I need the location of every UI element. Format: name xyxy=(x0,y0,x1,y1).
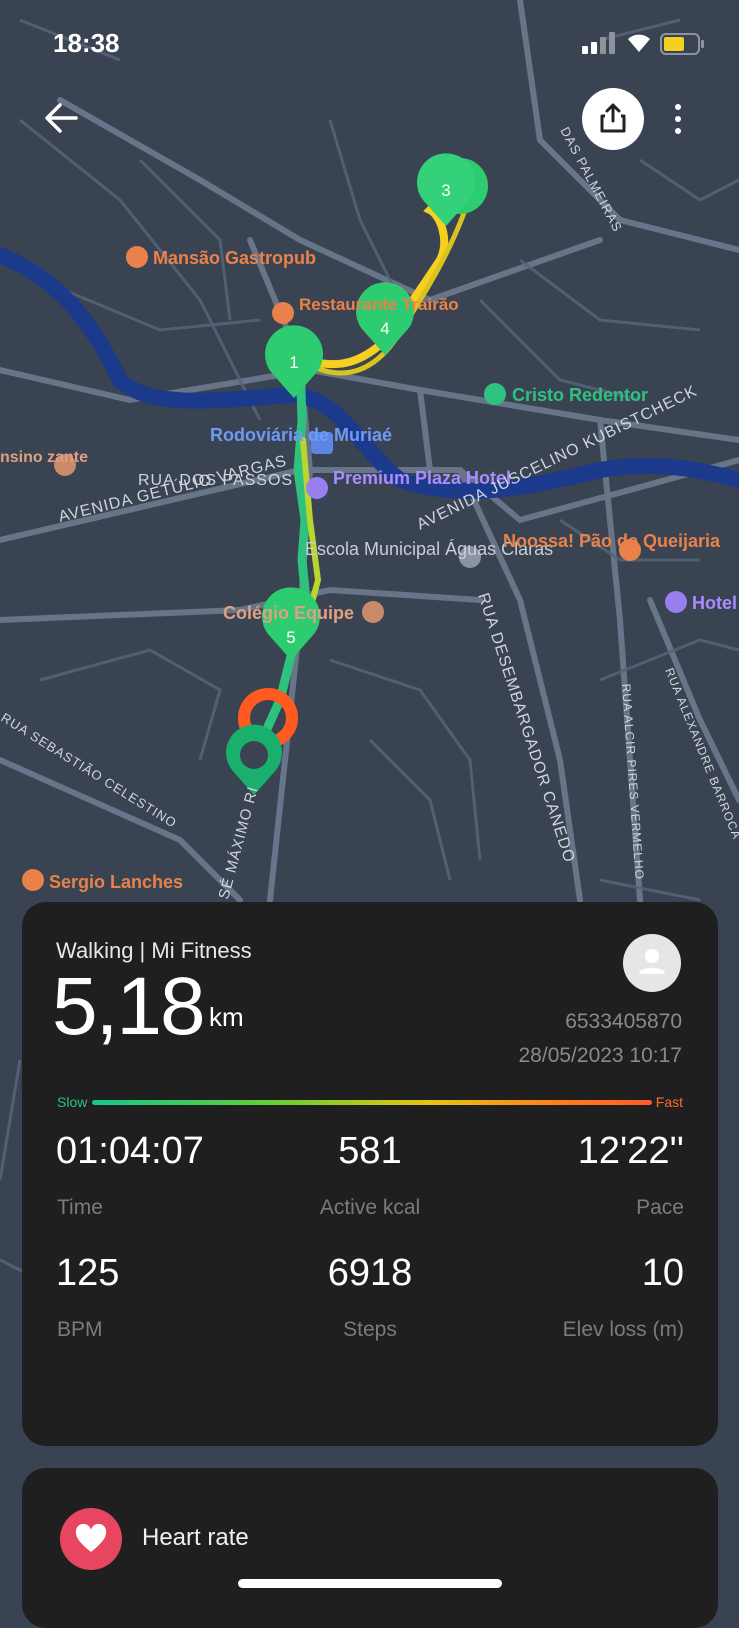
kcal-value: 581 xyxy=(338,1130,402,1172)
steps-value: 6918 xyxy=(327,1252,413,1294)
steps-label: Steps xyxy=(343,1318,397,1341)
more-options-button[interactable] xyxy=(664,100,692,140)
poi-noossa-pao-de-queijaria: Noossa! Pão de Queijaria xyxy=(503,531,721,551)
poi-hotel: Hotel xyxy=(692,593,737,613)
battery-icon xyxy=(660,33,704,55)
poi-mansao-gastropub: Mansão Gastropub xyxy=(153,248,316,268)
poi-cristo-redentor: Cristo Redentor xyxy=(512,385,648,405)
kcal-label: Active kcal xyxy=(319,1196,421,1219)
svg-text:4: 4 xyxy=(380,319,389,338)
time-label: Time xyxy=(57,1196,103,1219)
svg-text:1: 1 xyxy=(289,353,298,372)
speed-legend-slow: Slow xyxy=(57,1094,88,1110)
distance-unit: km xyxy=(209,1002,244,1032)
share-icon xyxy=(600,103,626,133)
home-indicator[interactable] xyxy=(238,1579,502,1588)
time-value: 01:04:07 xyxy=(56,1130,204,1172)
more-dot-icon xyxy=(675,116,681,122)
poi-colegio-equipe: Colégio Equipe xyxy=(223,603,354,623)
poi-sergio-lanches: Sergio Lanches xyxy=(49,872,183,892)
workout-summary-card: Walking | Mi Fitness 5,18 km 6533405870 … xyxy=(22,902,718,1446)
heart-icon xyxy=(60,1508,122,1570)
svg-text:5: 5 xyxy=(286,628,295,647)
poi-ensino: nsino zante xyxy=(0,449,88,466)
more-dot-icon xyxy=(675,104,681,110)
workout-datetime: 28/05/2023 10:17 xyxy=(518,1044,683,1067)
pace-value: 12'22'' xyxy=(577,1130,684,1172)
pace-label: Pace xyxy=(636,1196,684,1219)
cellular-signal-icon xyxy=(582,32,615,54)
back-button[interactable] xyxy=(38,96,90,140)
avatar[interactable] xyxy=(623,934,681,992)
more-dot-icon xyxy=(675,128,681,134)
poi-rodoviaria: Rodoviária de Muriaé xyxy=(210,425,392,445)
share-button[interactable] xyxy=(582,88,644,150)
poi-restaurante-trairao: Restaurante Trairão xyxy=(299,295,459,314)
user-icon xyxy=(639,949,665,974)
bpm-value: 125 xyxy=(56,1252,120,1294)
status-time: 18:38 xyxy=(53,28,120,58)
user-id: 6533405870 xyxy=(565,1010,682,1033)
svg-text:3: 3 xyxy=(441,181,450,200)
speed-gradient-bar xyxy=(92,1100,652,1105)
arrow-left-icon xyxy=(45,103,78,133)
heart-rate-card[interactable]: Heart rate xyxy=(22,1468,718,1628)
speed-legend-fast: Fast xyxy=(655,1094,683,1110)
bpm-label: BPM xyxy=(57,1318,103,1341)
wifi-icon xyxy=(628,34,650,52)
heart-rate-label: Heart rate xyxy=(142,1524,249,1551)
status-bar: 18:38 xyxy=(0,0,739,90)
elev-loss-value: 10 xyxy=(641,1252,684,1294)
distance-value: 5,18 xyxy=(52,961,206,1052)
elev-loss-label: Elev loss (m) xyxy=(562,1318,684,1341)
